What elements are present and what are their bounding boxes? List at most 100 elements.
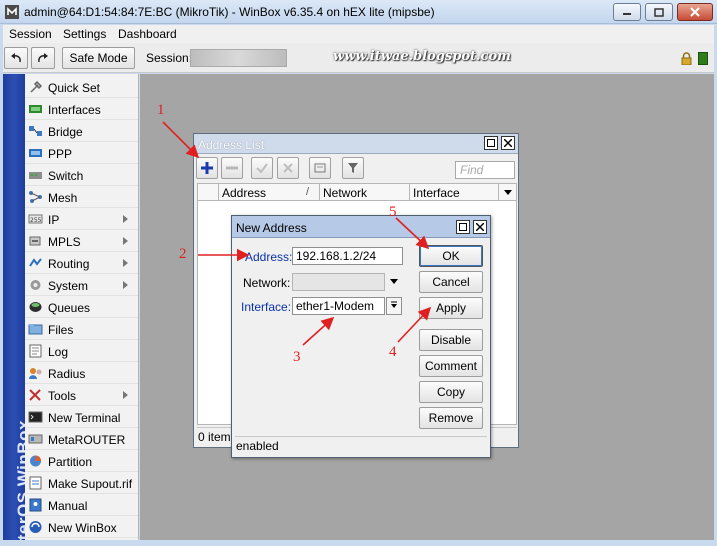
brand-vertical-label: outerOS WinBox: [14, 420, 25, 540]
menu-dashboard[interactable]: Dashboard: [118, 27, 177, 41]
maximize-icon: [487, 139, 495, 147]
sidebar-item-tools[interactable]: Tools: [25, 384, 138, 406]
sidebar-item-new-terminal[interactable]: New Terminal: [25, 406, 138, 428]
cancel-button[interactable]: Cancel: [419, 271, 483, 293]
sidebar-item-label: MPLS: [48, 235, 81, 249]
comment-button[interactable]: [309, 157, 331, 179]
sidebar-item-files[interactable]: Files: [25, 318, 138, 340]
annotation-number-1: 1: [157, 102, 165, 118]
filter-button[interactable]: [342, 157, 364, 179]
session-label: Session:: [146, 51, 193, 65]
sidebar-item-make-supout[interactable]: Make Supout.rif: [25, 472, 138, 494]
sidebar-item-log[interactable]: Log: [25, 340, 138, 362]
annotation-number-3: 3: [293, 349, 301, 365]
sidebar-item-new-winbox[interactable]: New WinBox: [25, 516, 138, 538]
interfaces-icon: [29, 105, 42, 113]
network-label: Network:: [243, 276, 291, 290]
remove-button[interactable]: [221, 157, 243, 179]
annotation-number-5: 5: [389, 204, 397, 220]
interface-dropdown-button[interactable]: [386, 297, 402, 315]
comment-button[interactable]: Comment: [419, 355, 483, 377]
sidebar-item-quick-set[interactable]: Quick Set: [25, 76, 138, 98]
ok-button[interactable]: OK: [419, 245, 483, 267]
sidebar-item-routing[interactable]: Routing: [25, 252, 138, 274]
winbox-icon: [29, 521, 42, 533]
sidebar-item-ip[interactable]: 255 IP: [25, 208, 138, 230]
disable-button[interactable]: [277, 157, 299, 179]
manual-icon: [29, 498, 42, 512]
address-input[interactable]: 192.168.1.2/24: [292, 247, 403, 265]
column-header-address[interactable]: Address: [222, 186, 266, 200]
maximize-icon: [654, 7, 664, 17]
column-header-interface[interactable]: Interface: [413, 186, 460, 200]
window-titlebar: admin@64:D1:54:84:7E:BC (MikroTik) - Win…: [0, 0, 717, 24]
apply-button[interactable]: Apply: [419, 297, 483, 319]
plus-icon: [201, 162, 213, 174]
menu-session[interactable]: Session: [9, 27, 52, 41]
sidebar-item-system[interactable]: System: [25, 274, 138, 296]
sidebar-item-partition[interactable]: Partition: [25, 450, 138, 472]
close-icon: [504, 139, 512, 147]
redo-icon: [38, 53, 48, 63]
system-icon: [30, 280, 41, 290]
network-dropdown-icon[interactable]: [390, 279, 398, 284]
sidebar-item-metarouter[interactable]: MetaROUTER: [25, 428, 138, 450]
close-window-button[interactable]: [677, 3, 713, 21]
new-address-maximize-button[interactable]: [456, 220, 470, 234]
network-input[interactable]: [292, 273, 385, 291]
comment-icon: [314, 163, 326, 173]
metarouter-icon: [28, 434, 43, 444]
submenu-arrow-icon: [123, 237, 128, 245]
sidebar-item-ppp[interactable]: PPP: [25, 142, 138, 164]
sidebar-item-queues[interactable]: Queues: [25, 296, 138, 318]
mikrotik-logo-icon: [5, 5, 19, 19]
address-list-maximize-button[interactable]: [484, 136, 498, 150]
sidebar-item-label: Interfaces: [48, 103, 101, 117]
ppp-icon: [29, 149, 42, 157]
copy-button[interactable]: Copy: [419, 381, 483, 403]
address-list-close-button[interactable]: [501, 136, 515, 150]
new-address-titlebar[interactable]: New Address: [232, 216, 490, 238]
columns-dropdown-icon[interactable]: [504, 190, 512, 195]
minimize-button[interactable]: [613, 3, 641, 21]
chevron-down-icon: [391, 301, 397, 308]
redo-button[interactable]: [31, 47, 55, 69]
sidebar-item-radius[interactable]: Radius: [25, 362, 138, 384]
undo-button[interactable]: [4, 47, 28, 69]
terminal-icon: [28, 411, 43, 423]
sidebar-item-label: Radius: [48, 367, 86, 381]
sidebar-item-label: IP: [48, 213, 60, 227]
add-button[interactable]: [196, 157, 218, 179]
tools-icon: [29, 389, 41, 401]
interface-select[interactable]: ether1-Modem: [292, 297, 385, 315]
sidebar-item-interfaces[interactable]: Interfaces: [25, 98, 138, 120]
sidebar-item-label: Queues: [48, 301, 91, 315]
maximize-button[interactable]: [645, 3, 673, 21]
sidebar-item-switch[interactable]: Switch: [25, 164, 138, 186]
new-address-close-button[interactable]: [473, 220, 487, 234]
submenu-arrow-icon: [123, 391, 128, 399]
sidebar-item-bridge[interactable]: Bridge: [25, 120, 138, 142]
partition-icon: [30, 455, 41, 467]
submenu-arrow-icon: [123, 259, 128, 267]
enable-button[interactable]: [251, 157, 273, 179]
filter-icon: [348, 163, 358, 173]
remove-button[interactable]: Remove: [419, 407, 483, 429]
toolbar: Safe Mode Session: www.itwae.blogspot.co…: [3, 43, 714, 73]
sidebar-item-label: Mesh: [48, 191, 78, 205]
sidebar-item-mpls[interactable]: MPLS: [25, 230, 138, 252]
session-field: [190, 49, 287, 67]
find-input[interactable]: Find: [455, 161, 515, 179]
address-list-titlebar[interactable]: Address List: [194, 134, 518, 154]
disable-button[interactable]: Disable: [419, 329, 483, 351]
safe-mode-button[interactable]: Safe Mode: [62, 47, 135, 69]
submenu-arrow-icon: [123, 281, 128, 289]
column-header-network[interactable]: Network: [323, 186, 367, 200]
menu-settings[interactable]: Settings: [63, 27, 106, 41]
lock-icon: [681, 52, 692, 65]
sidebar-item-mesh[interactable]: Mesh: [25, 186, 138, 208]
sidebar-item-manual[interactable]: Manual: [25, 494, 138, 516]
ip-icon: 255: [28, 214, 43, 224]
address-label: Address:: [245, 250, 293, 264]
sidebar-item-label: Switch: [48, 169, 84, 183]
